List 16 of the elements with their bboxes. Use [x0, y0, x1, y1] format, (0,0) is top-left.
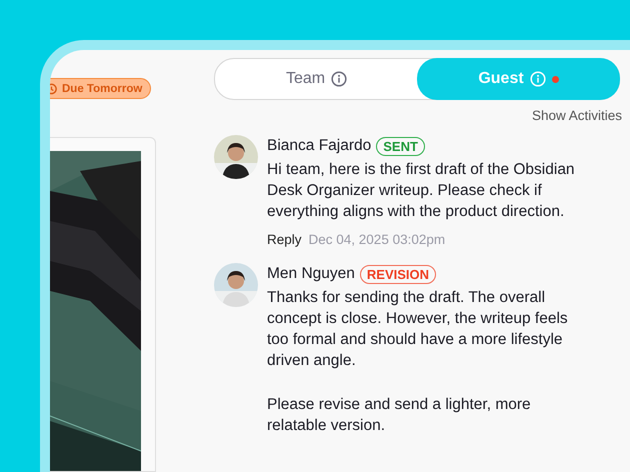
message-text: Thanks for sending the draft. The overall concept is close. However, the writeup feels too formal and should have a more lifestyle driven angle. [267, 288, 569, 371]
avatar [214, 263, 258, 307]
message-text: Hi team, here is the first draft of the Obsidian Desk Organizer writeup. Please check if everything aligns with the product direction. [267, 160, 576, 222]
author-name: Men Nguyen [267, 265, 355, 283]
message-text: Please revise and send a lighter, more relatable version. [267, 395, 532, 436]
due-badge: Due Tomorrow [50, 78, 152, 99]
reply-link[interactable]: Reply [267, 232, 302, 247]
status-tag: REVISION [360, 264, 436, 284]
timestamp: Dec 04, 2025 03:02pm [308, 232, 446, 247]
status-tag: SENT [376, 136, 425, 156]
avatar [214, 135, 258, 179]
info-icon [331, 71, 348, 87]
tab[interactable]: Team [215, 59, 418, 99]
info-icon [530, 71, 546, 87]
author-name: Bianca Fajardo [267, 137, 372, 155]
show-activities-link[interactable]: Show Activities [532, 108, 622, 123]
